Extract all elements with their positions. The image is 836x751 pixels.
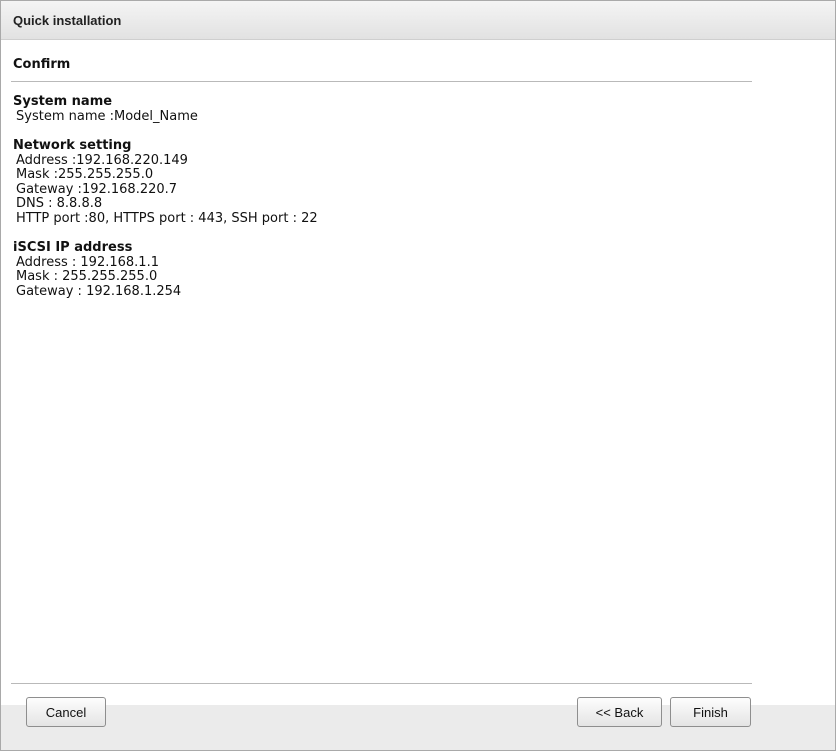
confirm-heading: Confirm bbox=[13, 57, 71, 72]
system-name-value: System name :Model_Name bbox=[16, 108, 198, 124]
network-mask-value: Mask :255.255.255.0 bbox=[16, 167, 154, 182]
network-dns-value: DNS : 8.8.8.8 bbox=[16, 196, 103, 211]
iscsi-ip-group: iSCSI IP address Address : 192.168.1.1 M… bbox=[13, 240, 318, 299]
system-name-group: System name System name :Model_Name bbox=[13, 94, 318, 124]
divider bbox=[11, 81, 752, 82]
confirm-panel: Confirm System name System name :Model_N… bbox=[1, 40, 835, 705]
iscsi-mask-value: Mask : 255.255.255.0 bbox=[16, 269, 158, 284]
footer-divider bbox=[11, 683, 752, 684]
network-address-value: Address :192.168.220.149 bbox=[16, 152, 188, 168]
back-button[interactable]: << Back bbox=[577, 697, 662, 727]
group-heading: iSCSI IP address bbox=[13, 240, 133, 255]
group-heading: System name bbox=[13, 94, 113, 109]
cancel-button[interactable]: Cancel bbox=[26, 697, 106, 727]
dialog-title: Quick installation bbox=[13, 13, 122, 28]
network-ports-value: HTTP port :80, HTTPS port : 443, SSH por… bbox=[16, 210, 318, 226]
quick-installation-dialog: Quick installation Confirm System name S… bbox=[0, 0, 836, 751]
finish-button[interactable]: Finish bbox=[670, 697, 751, 727]
confirm-summary: System name System name :Model_Name Netw… bbox=[13, 94, 318, 314]
network-setting-group: Network setting Address :192.168.220.149… bbox=[13, 138, 318, 226]
network-gateway-value: Gateway :192.168.220.7 bbox=[16, 181, 178, 197]
group-heading: Network setting bbox=[13, 138, 132, 153]
iscsi-address-value: Address : 192.168.1.1 bbox=[16, 254, 159, 270]
iscsi-gateway-value: Gateway : 192.168.1.254 bbox=[16, 283, 182, 299]
dialog-titlebar: Quick installation bbox=[1, 1, 835, 40]
